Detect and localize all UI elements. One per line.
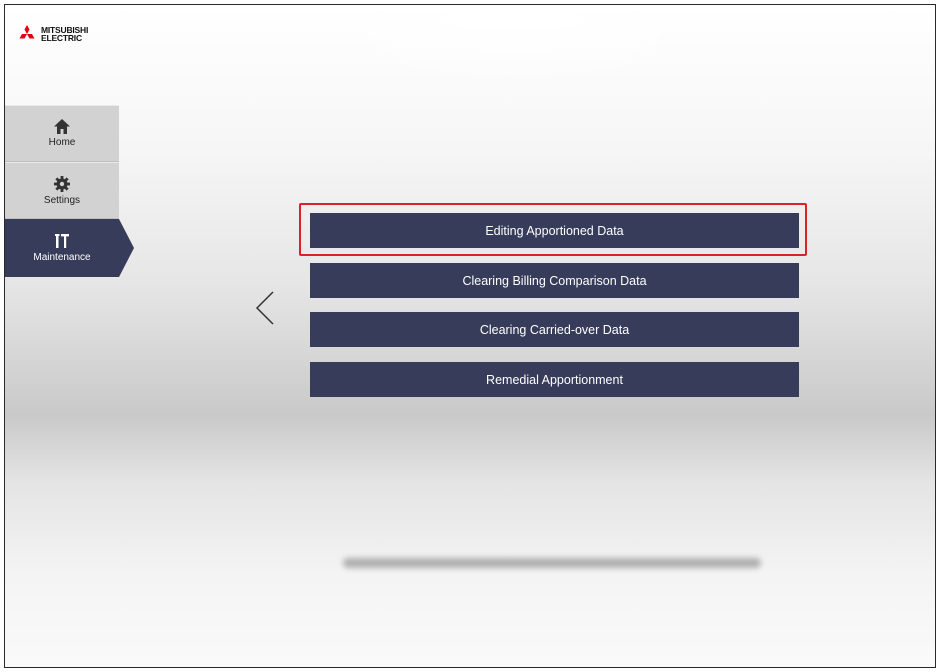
sidebar-item-maintenance[interactable]: Maintenance <box>5 219 134 277</box>
remedial-apportionment-button[interactable]: Remedial Apportionment <box>310 362 799 397</box>
sidebar-item-label: Home <box>48 137 76 148</box>
back-chevron-icon[interactable] <box>255 291 275 325</box>
sidebar: Home Settings Maintenance <box>5 105 134 277</box>
app-window: MITSUBISHI ELECTRIC Home Settings Mainte… <box>4 4 936 668</box>
clearing-carried-over-data-button[interactable]: Clearing Carried-over Data <box>310 312 799 347</box>
background-glow <box>305 5 725 85</box>
editing-apportioned-data-button[interactable]: Editing Apportioned Data <box>310 213 799 248</box>
sidebar-item-home[interactable]: Home <box>5 105 119 162</box>
reflection-shadow <box>343 558 761 568</box>
tools-icon <box>55 234 69 248</box>
home-icon <box>54 119 70 134</box>
sidebar-item-label: Maintenance <box>33 252 91 263</box>
sidebar-item-settings[interactable]: Settings <box>5 162 119 219</box>
gear-icon <box>54 175 70 192</box>
three-diamonds-icon <box>19 25 35 39</box>
mitsubishi-logo: MITSUBISHI ELECTRIC <box>17 25 88 43</box>
sidebar-item-label: Settings <box>43 194 81 206</box>
logo-line2: ELECTRIC <box>41 33 82 43</box>
clearing-billing-comparison-data-button[interactable]: Clearing Billing Comparison Data <box>310 263 799 298</box>
